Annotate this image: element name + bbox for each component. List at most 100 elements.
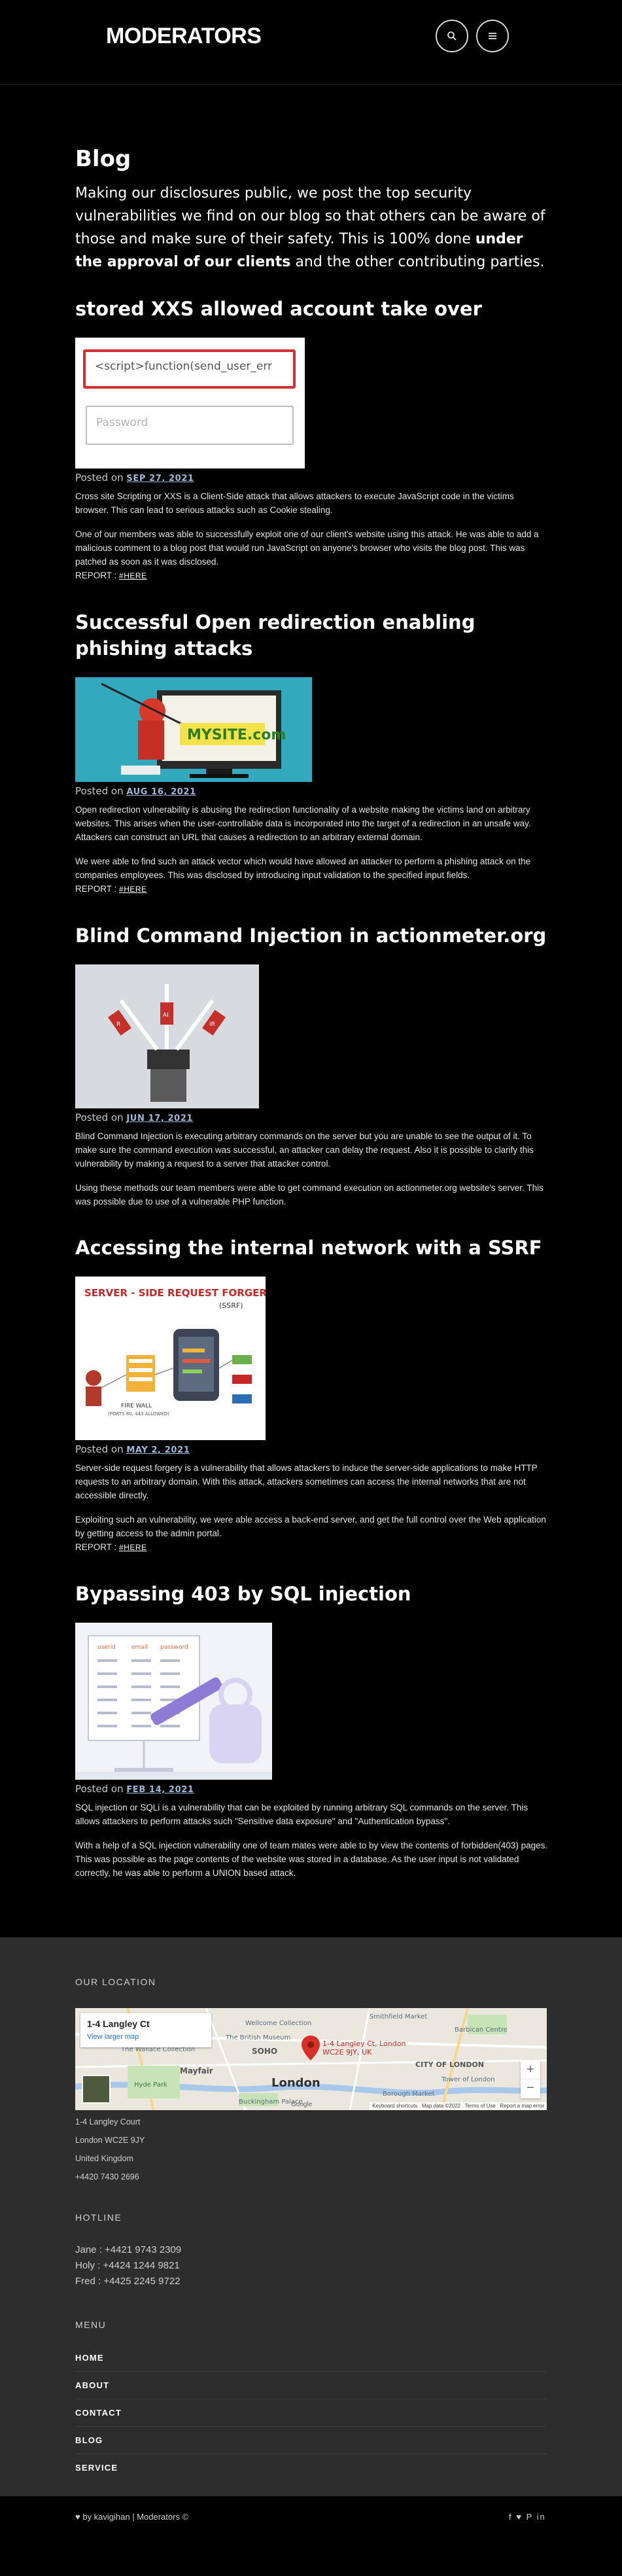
blog-post: Successful Open redirection enabling phi…	[75, 609, 549, 896]
menu-button[interactable]	[476, 20, 509, 52]
map-info-card: 1-4 Langley Ct View larger map	[80, 2013, 211, 2047]
phone-line[interactable]: +4420 7430 2696	[75, 2168, 622, 2186]
address-line: United Kingdom	[75, 2154, 133, 2163]
heart-icon: ♥	[75, 2512, 80, 2522]
syringe-tag-3: IR	[209, 1021, 215, 1028]
footer-menu-home[interactable]: HOME	[75, 2344, 547, 2372]
report-line: REPORT : #HERE	[75, 882, 549, 896]
footer-menu: HOME ABOUT CONTACT BLOG SERVICE	[75, 2344, 547, 2482]
footer-menu-service[interactable]: SERVICE	[75, 2454, 547, 2482]
ssrf-image-sublabel: (PORTS 80, 443 ALLOWED)	[108, 1411, 169, 1417]
map-label-9: Hyde Park	[134, 2081, 167, 2089]
posted-label: Posted on	[75, 1783, 124, 1795]
post-image-redirect: MYSITE.com	[75, 677, 312, 782]
map-label-11: Borough Market	[383, 2091, 435, 2098]
post-title[interactable]: stored XXS allowed account take over	[75, 296, 549, 322]
search-icon	[447, 31, 457, 41]
post-paragraph: SQL injection or SQLi is a vulnerability…	[75, 1803, 528, 1826]
posted-label: Posted on	[75, 1112, 124, 1123]
intro-part-2: and the other contributing parties.	[290, 254, 545, 270]
map-label-6: London	[271, 2076, 320, 2090]
map-label-4: Mayfair	[180, 2066, 213, 2075]
mysite-label: MYSITE.com	[187, 727, 286, 743]
post-meta: Posted on JUN 17, 2021	[75, 1111, 549, 1125]
map-label-0: Smithfield Market	[370, 2013, 427, 2020]
address-line: London WC2E 9JY	[75, 2136, 145, 2145]
ssrf-illustration: SERVER - SIDE REQUEST FORGERY (SSRF) FIR…	[84, 1287, 266, 1417]
post-image-sqli: userid email password	[75, 1623, 272, 1780]
post-title[interactable]: Accessing the internal network with a SS…	[75, 1235, 549, 1261]
sqli-col-email: email	[131, 1644, 148, 1651]
sqli-col-password: password	[160, 1644, 188, 1651]
post-image-xss: <script>function(send_user_err Password	[75, 338, 305, 468]
post-date[interactable]: MAY 2, 2021	[126, 1445, 190, 1455]
hotline-item[interactable]: Fred : +4425 2245 9722	[75, 2274, 622, 2289]
posted-label: Posted on	[75, 1443, 124, 1455]
map-minimap[interactable]	[82, 2075, 111, 2104]
site-logo[interactable]: MODERATORS	[106, 24, 262, 49]
map-pin-label-1: 1-4 Langley Ct, London	[322, 2039, 406, 2048]
map-label-12: The British Museum	[225, 2034, 290, 2041]
post-meta: Posted on FEB 14, 2021	[75, 1782, 549, 1797]
post-image-injection: R AI IR	[75, 964, 259, 1108]
post-date[interactable]: SEP 27, 2021	[126, 474, 194, 484]
linkedin-icon[interactable]: in	[537, 2512, 546, 2522]
facebook-icon[interactable]: f	[509, 2512, 513, 2522]
zoom-out-button[interactable]: −	[521, 2079, 540, 2098]
post-meta: Posted on SEP 27, 2021	[75, 471, 549, 485]
address-block: 1-4 Langley Court London WC2E 9JY United…	[75, 2113, 622, 2186]
heart-social-icon[interactable]: ♥	[516, 2512, 523, 2522]
ssrf-image-subtitle: (SSRF)	[219, 1301, 243, 1310]
image-input-password: Password	[86, 406, 294, 445]
post-paragraph: Exploiting such an vulnerability, we wer…	[75, 1515, 546, 1538]
hotline-item[interactable]: Jane : +4421 9743 2309	[75, 2242, 622, 2258]
syringes-illustration: R AI IR	[108, 984, 226, 1102]
post-date[interactable]: FEB 14, 2021	[126, 1785, 194, 1795]
zoom-in-button[interactable]: +	[521, 2060, 540, 2079]
pinterest-icon[interactable]: P	[527, 2512, 533, 2522]
posted-label: Posted on	[75, 472, 124, 484]
credit-text: by kavigihan | Moderators ©	[82, 2512, 189, 2522]
footer-menu-about[interactable]: ABOUT	[75, 2372, 547, 2399]
sqli-illustration: userid email password	[75, 1635, 272, 1780]
hotline-heading: HOTLINE	[75, 2212, 122, 2223]
location-map[interactable]: Smithfield Market Barbican Centre Wellco…	[75, 2008, 547, 2110]
map-larger-link[interactable]: View larger map	[87, 2033, 205, 2041]
site-header: MODERATORS	[0, 0, 622, 85]
menu-icon	[489, 33, 496, 39]
footer-menu-blog[interactable]: BLOG	[75, 2427, 547, 2454]
post-title[interactable]: Blind Command Injection in actionmeter.o…	[75, 923, 549, 949]
report-link[interactable]: #HERE	[119, 885, 147, 894]
hotline-item[interactable]: Holy : +4424 1244 9821	[75, 2258, 622, 2274]
post-paragraph: We were able to find such an attack vect…	[75, 856, 531, 880]
post-title[interactable]: Successful Open redirection enabling phi…	[75, 609, 549, 662]
post-meta: Posted on MAY 2, 2021	[75, 1443, 549, 1457]
post-meta: Posted on AUG 16, 2021	[75, 785, 549, 799]
report-link[interactable]: #HERE	[119, 571, 147, 580]
map-label-8: Tower of London	[441, 2076, 495, 2083]
report-label: REPORT :	[75, 571, 117, 580]
blog-post: Accessing the internal network with a SS…	[75, 1235, 549, 1555]
footer-menu-contact[interactable]: CONTACT	[75, 2399, 547, 2427]
ssrf-image-label: FIRE WALL	[121, 1403, 152, 1409]
site-footer: OUR LOCATION Smithfield Market Barbican …	[0, 1937, 622, 2496]
search-button[interactable]	[436, 20, 468, 52]
map-pin-label-2: WC2E 9JY, UK	[322, 2048, 372, 2056]
map-attribution: Keyboard shortcuts Map data ©2022 Terms …	[370, 2102, 547, 2110]
page-title: Blog	[75, 146, 131, 172]
report-label: REPORT :	[75, 884, 117, 894]
map-label-2: Wellcome Collection	[245, 2020, 311, 2027]
report-label: REPORT :	[75, 1542, 117, 1552]
menu-heading: MENU	[75, 2320, 107, 2330]
report-link[interactable]: #HERE	[119, 1543, 147, 1552]
post-title[interactable]: Bypassing 403 by SQL injection	[75, 1581, 549, 1607]
post-date[interactable]: JUN 17, 2021	[126, 1114, 193, 1123]
post-date[interactable]: AUG 16, 2021	[126, 787, 196, 797]
blog-post: Bypassing 403 by SQL injection userid em…	[75, 1581, 549, 1880]
address-line: 1-4 Langley Court	[75, 2117, 141, 2126]
post-paragraph: Open redirection vulnerability is abusin…	[75, 805, 531, 842]
blog-main: Blog Making our disclosures public, we p…	[0, 85, 622, 1880]
location-heading: OUR LOCATION	[75, 1977, 156, 1987]
map-place-name: 1-4 Langley Ct	[87, 2019, 150, 2029]
credit: ♥ by kavigihan | Moderators ©	[75, 2512, 188, 2522]
